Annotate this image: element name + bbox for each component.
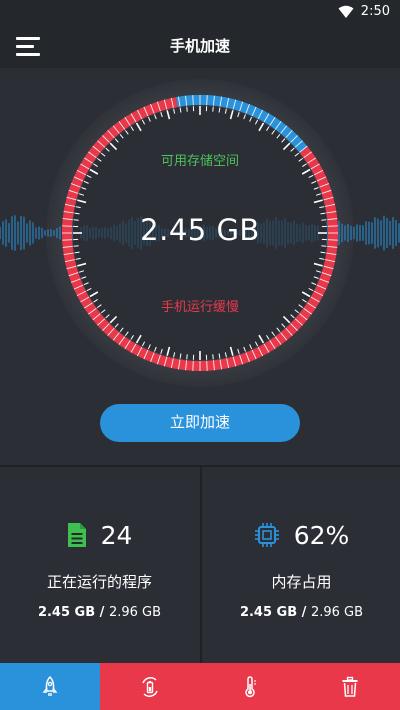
ring-tick — [206, 360, 208, 371]
ring-tick — [192, 95, 194, 106]
running-programs-count: 24 — [100, 520, 133, 550]
boost-now-button[interactable]: 立即加速 — [100, 404, 300, 442]
used-size: 2.45 GB — [37, 605, 96, 620]
cpu-chip-icon — [254, 523, 279, 547]
gauge-tick — [186, 354, 188, 360]
running-programs-size: 2.45 GB / 2.96 GB — [0, 605, 199, 620]
status-bar: 2:50 — [0, 0, 400, 24]
ring-tick — [192, 360, 194, 371]
gauge-tick — [212, 354, 214, 360]
memory-usage-size: 2.45 GB / 2.96 GB — [202, 605, 400, 620]
memory-usage-card[interactable]: 62% 内存占用 2.45 GB / 2.96 GB — [202, 467, 400, 663]
thermometer-icon — [245, 675, 256, 697]
gauge-tick — [212, 106, 214, 112]
size-separator: / — [297, 605, 311, 620]
running-programs-card[interactable]: 24 正在运行的程序 2.45 GB / 2.96 GB — [0, 467, 199, 663]
storage-value: 2.45 GB — [140, 213, 260, 247]
tab-cooler[interactable] — [200, 663, 300, 710]
tab-battery[interactable] — [100, 663, 200, 710]
running-programs-label: 正在运行的程序 — [46, 573, 152, 591]
storage-label: 可用存储空间 — [160, 154, 239, 169]
memory-usage-label: 内存占用 — [271, 573, 332, 591]
wifi-icon — [338, 5, 354, 18]
bottom-navigation — [0, 663, 400, 710]
phone-status-text: 手机运行缓慢 — [160, 300, 239, 315]
trash-icon — [342, 676, 358, 697]
size-separator: / — [95, 605, 109, 620]
total-size: 2.96 GB — [310, 605, 364, 620]
battery-cycle-icon — [142, 676, 158, 697]
tab-cleaner[interactable] — [300, 663, 400, 710]
tab-boost[interactable] — [0, 663, 100, 710]
page-title: 手机加速 — [169, 37, 230, 55]
ring-tick — [206, 95, 208, 106]
rocket-icon — [42, 675, 58, 696]
status-time: 2:50 — [360, 4, 390, 19]
memory-percent: 62% — [293, 520, 350, 550]
used-size: 2.45 GB — [239, 605, 298, 620]
document-icon — [67, 523, 86, 547]
app-bar: 手机加速 — [0, 24, 400, 68]
total-size: 2.96 GB — [108, 605, 162, 620]
storage-gauge: 可用存储空间 2.45 GB 手机运行缓慢 立即加速 — [0, 68, 400, 463]
gauge-tick — [186, 106, 188, 112]
